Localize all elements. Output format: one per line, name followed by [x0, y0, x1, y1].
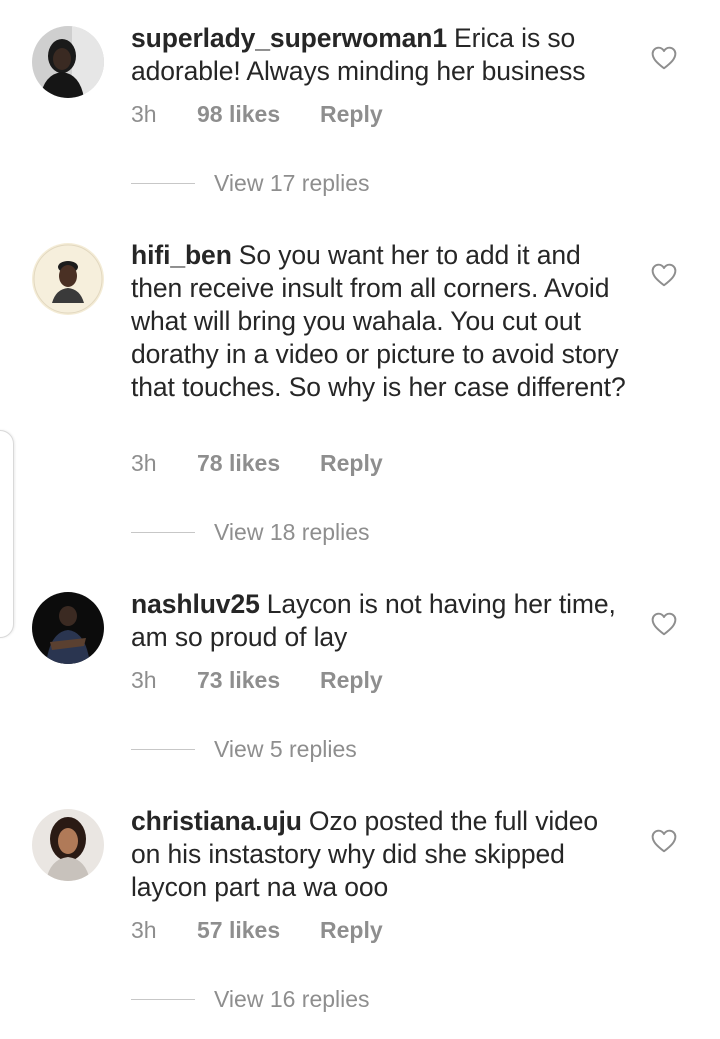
comment-likes[interactable]: 78 likes: [197, 450, 320, 477]
comment-username[interactable]: nashluv25: [131, 589, 260, 619]
view-replies-label: View 18 replies: [214, 519, 370, 545]
reply-button[interactable]: Reply: [320, 917, 383, 944]
avatar[interactable]: [32, 592, 104, 664]
comment-body: christiana.uju Ozo posted the full video …: [131, 805, 631, 904]
view-replies-button[interactable]: View 5 replies: [131, 736, 357, 763]
comment-time: 3h: [131, 917, 157, 943]
comment-time: 3h: [131, 667, 157, 693]
view-replies-label: View 17 replies: [214, 170, 370, 196]
comment-username[interactable]: christiana.uju: [131, 806, 302, 836]
heart-icon[interactable]: [651, 829, 677, 853]
side-drawer-handle[interactable]: [0, 430, 14, 638]
comment-meta: 3h 98 likes Reply: [131, 101, 383, 128]
comment-username[interactable]: hifi_ben: [131, 240, 232, 270]
comment-time: 3h: [131, 101, 157, 127]
reply-button[interactable]: Reply: [320, 450, 383, 477]
heart-icon[interactable]: [651, 46, 677, 70]
comment-time: 3h: [131, 450, 157, 476]
replies-divider: [131, 532, 195, 533]
comment-likes[interactable]: 98 likes: [197, 101, 320, 128]
comment-body: hifi_ben So you want her to add it and th…: [131, 239, 631, 404]
view-replies-button[interactable]: View 18 replies: [131, 519, 370, 546]
replies-divider: [131, 749, 195, 750]
view-replies-label: View 16 replies: [214, 986, 370, 1012]
avatar[interactable]: [32, 809, 104, 881]
reply-button[interactable]: Reply: [320, 667, 383, 694]
comment-meta: 3h 57 likes Reply: [131, 917, 383, 944]
comment-body: superlady_superwoman1 Erica is so adorabl…: [131, 22, 631, 88]
view-replies-label: View 5 replies: [214, 736, 357, 762]
avatar[interactable]: [32, 26, 104, 98]
heart-icon[interactable]: [651, 263, 677, 287]
heart-icon[interactable]: [651, 612, 677, 636]
reply-button[interactable]: Reply: [320, 101, 383, 128]
comment-likes[interactable]: 57 likes: [197, 917, 320, 944]
comment-body: nashluv25 Laycon is not having her time, …: [131, 588, 631, 654]
comment-likes[interactable]: 73 likes: [197, 667, 320, 694]
comment-meta: 3h 78 likes Reply: [131, 450, 383, 477]
replies-divider: [131, 183, 195, 184]
avatar[interactable]: [32, 243, 104, 315]
comment-meta: 3h 73 likes Reply: [131, 667, 383, 694]
replies-divider: [131, 999, 195, 1000]
view-replies-button[interactable]: View 17 replies: [131, 170, 370, 197]
comment-username[interactable]: superlady_superwoman1: [131, 23, 447, 53]
view-replies-button[interactable]: View 16 replies: [131, 986, 370, 1013]
